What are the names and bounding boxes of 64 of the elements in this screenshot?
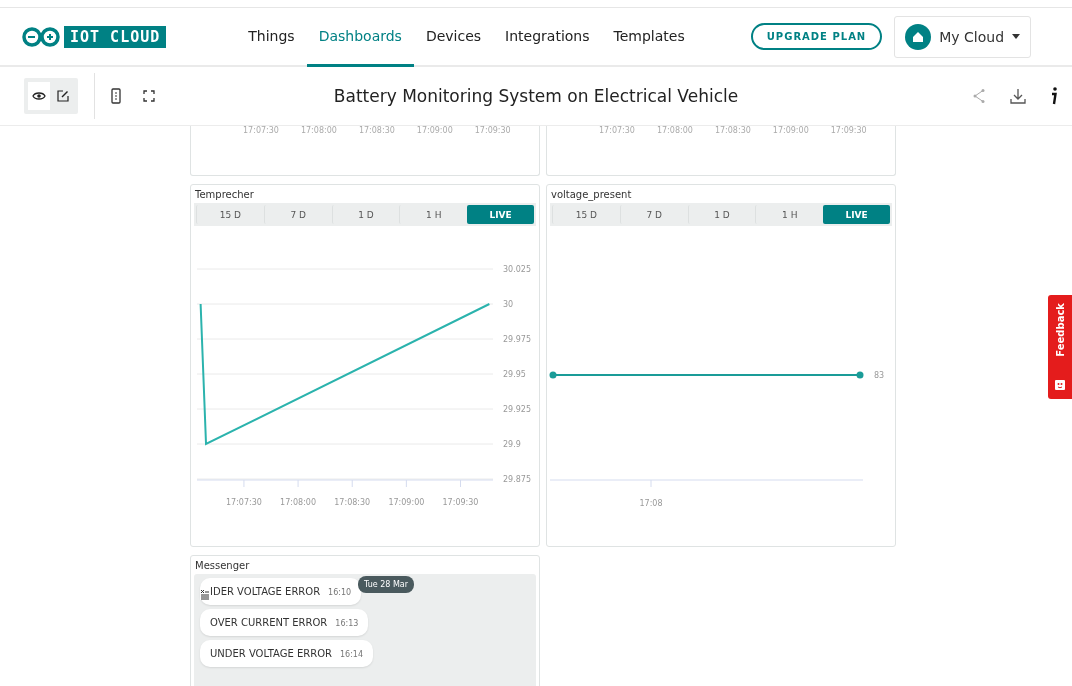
widget-title: Messenger bbox=[194, 559, 251, 573]
upgrade-plan-button[interactable]: UPGRADE PLAN bbox=[750, 23, 883, 50]
x-tick-label: 17:08:30 bbox=[714, 126, 751, 137]
time-range-tab[interactable]: 15 D bbox=[196, 205, 264, 224]
y-tick-label: 30.025 bbox=[503, 265, 531, 274]
list-clear-icon[interactable] bbox=[200, 588, 210, 600]
message-text: UNDER VOLTAGE ERROR bbox=[210, 648, 332, 659]
x-tick-label: 17:08:00 bbox=[280, 498, 317, 507]
home-icon bbox=[905, 23, 932, 50]
y-tick-label: 29.95 bbox=[503, 370, 526, 379]
y-tick-label: 29.925 bbox=[503, 405, 531, 414]
download-icon[interactable] bbox=[1010, 88, 1026, 104]
space-selector[interactable]: My Cloud bbox=[894, 15, 1032, 58]
y-tick-label: 29.9 bbox=[503, 440, 521, 449]
time-range-tab[interactable]: 1 D bbox=[687, 205, 756, 224]
x-tick-label: 17:08:00 bbox=[656, 126, 693, 137]
feedback-tab[interactable]: Feedback bbox=[1048, 295, 1072, 399]
logo-icon bbox=[22, 26, 60, 47]
info-icon[interactable] bbox=[1050, 87, 1058, 105]
nav-tab[interactable]: Templates bbox=[601, 8, 697, 67]
message-time: 16:13 bbox=[335, 619, 359, 628]
x-tick-label: 17:07:30 bbox=[243, 126, 279, 137]
time-range-tab[interactable]: 1 D bbox=[331, 205, 400, 224]
nav-tab[interactable]: Things bbox=[236, 8, 307, 67]
nav-tab[interactable]: Devices bbox=[413, 8, 494, 67]
widget-title: voltage_present bbox=[550, 188, 633, 203]
caret-icon bbox=[1012, 34, 1021, 39]
x-tick-label: 17:07:30 bbox=[599, 126, 635, 137]
x-tick-label: 17:09:30 bbox=[442, 498, 479, 507]
x-tick-label: 17:08:30 bbox=[358, 126, 395, 137]
logo-text: IOT CLOUD bbox=[64, 25, 167, 48]
x-tick-label: 17:08:00 bbox=[300, 126, 337, 137]
fullscreen-button[interactable] bbox=[143, 90, 155, 102]
x-tick-label: 17:09:00 bbox=[772, 126, 809, 137]
view-mode-button[interactable] bbox=[28, 82, 50, 110]
eye-icon bbox=[32, 91, 46, 101]
edit-icon bbox=[57, 90, 69, 102]
nav-tab[interactable]: Integrations bbox=[493, 8, 602, 67]
time-range-tab[interactable]: 7 D bbox=[263, 205, 332, 224]
x-tick-label: 17:08 bbox=[639, 499, 663, 508]
nav-tab[interactable]: Dashboards bbox=[306, 8, 414, 67]
message-time: 16:10 bbox=[328, 588, 352, 597]
time-range-tab[interactable]: LIVE bbox=[467, 205, 534, 224]
message-text: IDER VOLTAGE ERROR bbox=[210, 586, 321, 597]
x-tick-label: 17:09:30 bbox=[830, 126, 867, 137]
y-tick-label: 30 bbox=[503, 300, 514, 309]
time-range-tab[interactable]: 15 D bbox=[552, 205, 620, 224]
x-tick-label: 17:07:30 bbox=[225, 498, 262, 507]
y-tick-label: 29.975 bbox=[503, 335, 531, 344]
x-tick-label: 17:08:30 bbox=[334, 498, 371, 507]
date-badge: Tue 28 Mar bbox=[358, 576, 415, 593]
value-label: 83 bbox=[874, 371, 885, 380]
mobile-view-button[interactable] bbox=[111, 88, 121, 104]
smiley-icon bbox=[1054, 379, 1066, 391]
x-tick-label: 17:09:00 bbox=[388, 498, 425, 507]
y-tick-label: 29.875 bbox=[503, 475, 531, 484]
time-range-tab[interactable]: LIVE bbox=[823, 205, 890, 224]
widget-title: Temprecher bbox=[194, 188, 255, 202]
message-time: 16:14 bbox=[339, 650, 363, 659]
time-range-tab[interactable]: 7 D bbox=[619, 205, 688, 224]
x-tick-label: 17:09:30 bbox=[474, 126, 511, 137]
x-tick-label: 17:09:00 bbox=[416, 126, 453, 137]
message-text: OVER CURRENT ERROR bbox=[210, 617, 328, 628]
dashboard-title: Battery Monitoring System on Electrical Vehicle bbox=[333, 86, 739, 106]
